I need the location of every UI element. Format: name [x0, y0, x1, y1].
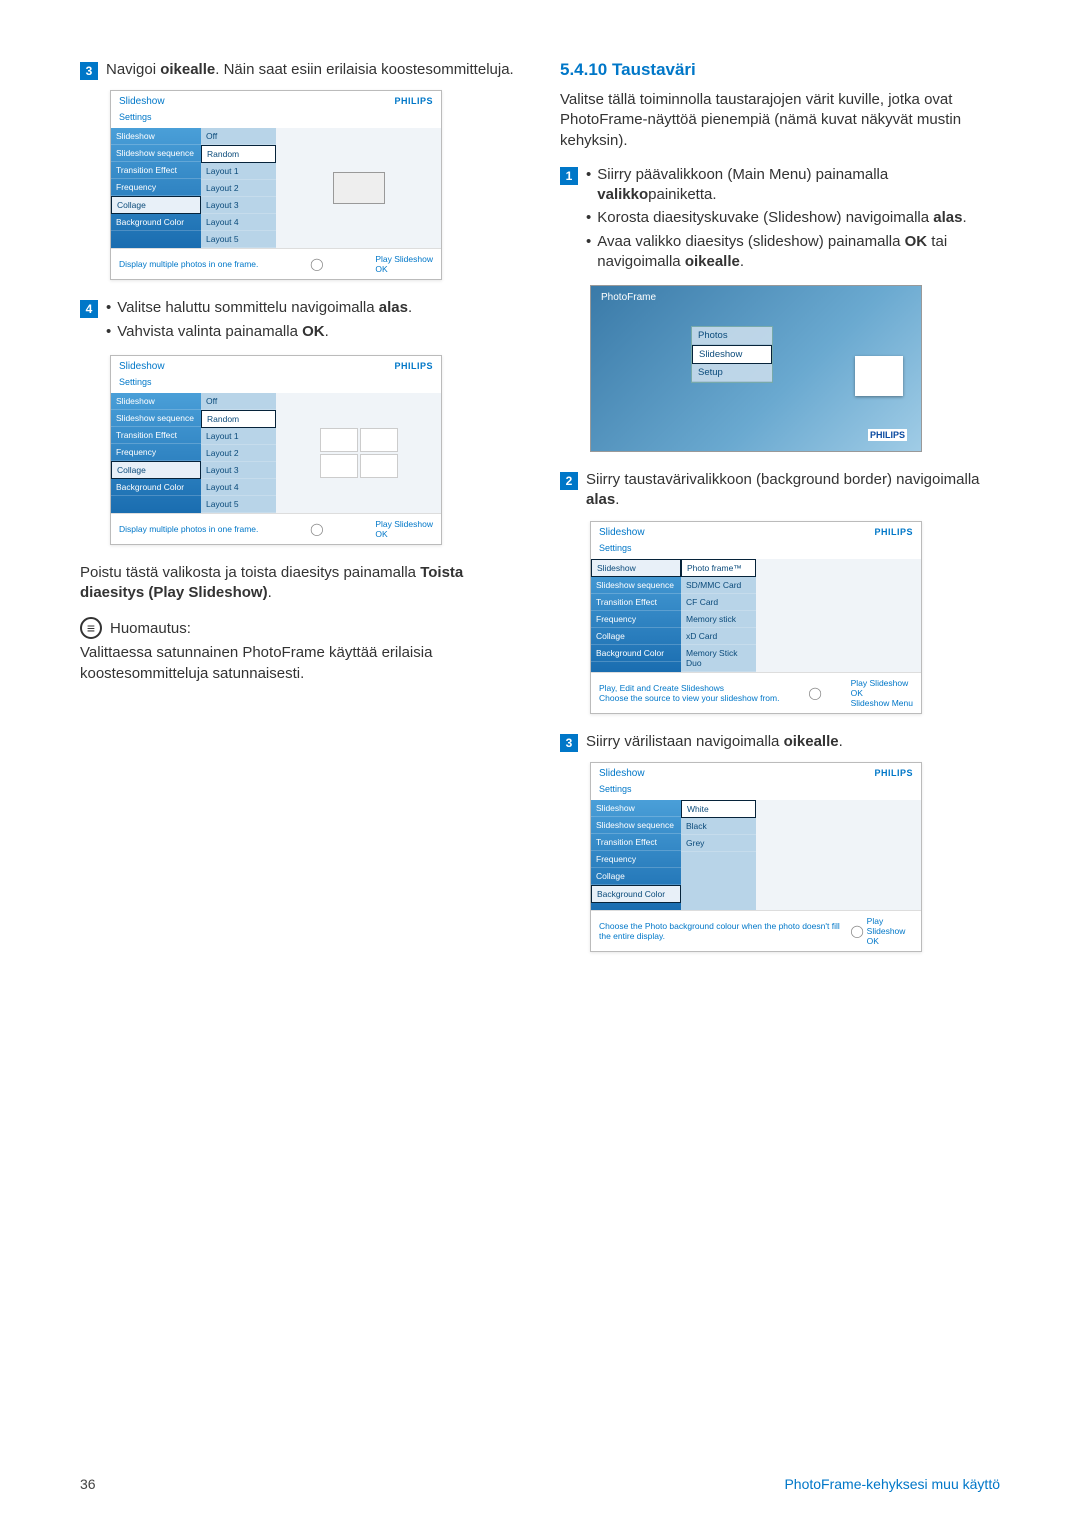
screenshot-collage-random: Slideshow PHILIPS Settings Slideshow Sli…: [110, 90, 442, 280]
note-icon: [80, 617, 102, 639]
section-heading: 5.4.10 Taustaväri: [560, 60, 1000, 80]
joystick-icon: ◯: [305, 522, 329, 536]
step-number: 3: [560, 734, 578, 752]
screenshot-background-color: Slideshow PHILIPS Settings Slideshow Sli…: [590, 762, 922, 952]
slideshow-thumb-icon: [855, 356, 903, 396]
joystick-icon: ◯: [847, 924, 866, 938]
footer-label: PhotoFrame-kehyksesi muu käyttö: [784, 1476, 1000, 1492]
page-number: 36: [80, 1476, 96, 1492]
note-heading: Huomautus:: [80, 617, 520, 639]
note-body: Valittaessa satunnainen PhotoFrame käytt…: [80, 643, 520, 684]
philips-logo: PHILIPS: [868, 429, 907, 441]
step-4: 4 Valitse haluttu sommittelu navigoimall…: [80, 298, 520, 345]
joystick-icon: ◯: [305, 257, 329, 271]
section-intro: Valitse tällä toiminnolla taustarajojen …: [560, 90, 1000, 151]
step-number: 4: [80, 300, 98, 318]
exit-instruction: Poistu tästä valikosta ja toista diaesit…: [80, 563, 520, 604]
step-number: 3: [80, 62, 98, 80]
philips-logo: PHILIPS: [394, 361, 433, 372]
screenshot-main-menu: PhotoFrame Photos Slideshow Setup PHILIP…: [590, 285, 922, 452]
philips-logo: PHILIPS: [394, 96, 433, 107]
page-footer: 36 PhotoFrame-kehyksesi muu käyttö: [80, 1476, 1000, 1492]
step-number: 2: [560, 472, 578, 490]
step-3-right: 3 Siirry värilistaan navigoimalla oikeal…: [560, 732, 1000, 752]
screenshot-collage-layout: Slideshow PHILIPS Settings Slideshow Sli…: [110, 355, 442, 545]
step-3: 3 Navigoi oikealle. Näin saat esiin eril…: [80, 60, 520, 80]
screenshot-source-select: Slideshow PHILIPS Settings Slideshow Sli…: [590, 521, 922, 714]
step-1: 1 Siirry päävalikkoon (Main Menu) painam…: [560, 165, 1000, 275]
step-number: 1: [560, 167, 578, 185]
philips-logo: PHILIPS: [874, 768, 913, 779]
step-2: 2 Siirry taustavärivalikkoon (background…: [560, 470, 1000, 511]
step-text: Navigoi oikealle. Näin saat esiin erilai…: [106, 60, 520, 80]
joystick-icon: ◯: [803, 686, 827, 700]
philips-logo: PHILIPS: [874, 527, 913, 538]
